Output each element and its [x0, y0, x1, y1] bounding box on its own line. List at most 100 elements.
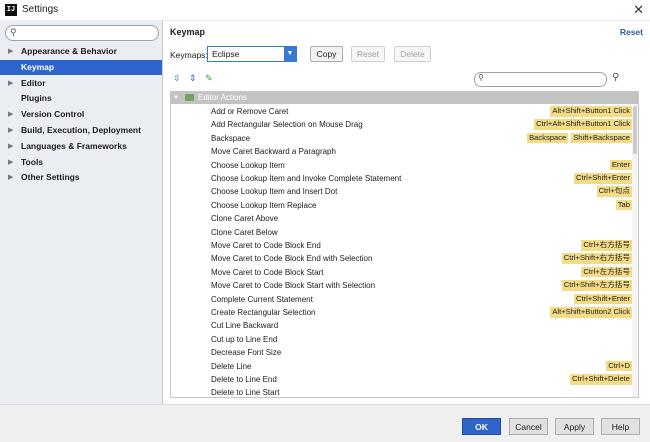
shortcut-list: Ctrl+Shift+Enter: [573, 173, 632, 184]
collapse-all-icon[interactable]: ⇕: [189, 73, 197, 84]
reset-button[interactable]: Reset: [351, 46, 385, 62]
keymaps-label: Keymaps:: [170, 50, 208, 60]
cancel-button[interactable]: Cancel: [509, 418, 548, 435]
action-row[interactable]: Delete to Line Start: [171, 386, 632, 398]
folder-icon: [185, 94, 194, 101]
settings-sidebar: ⚲ ▶ Appearance & Behavior Keymap ▶ Editor Plu…: [0, 21, 163, 404]
action-row[interactable]: Create Rectangular Selection Alt+Shift+Bu…: [171, 306, 632, 319]
action-name: Clone Caret Below: [211, 227, 278, 237]
shortcut-list: Ctrl+Shift+Enter: [573, 293, 632, 305]
action-search-box[interactable]: ⚲: [474, 72, 607, 87]
action-row[interactable]: Delete Line Ctrl+D: [171, 360, 632, 373]
shortcut-badge: Ctrl+Shift+Enter: [573, 293, 632, 305]
action-row[interactable]: Complete Current Statement Ctrl+Shift+Ent…: [171, 293, 632, 306]
scrollbar-thumb[interactable]: [633, 106, 637, 154]
action-search-input[interactable]: [489, 74, 599, 84]
shortcut-list: Ctrl+Shift+右方括号: [561, 253, 632, 264]
action-row[interactable]: Move Caret to Code Block Start Ctrl+左方括号: [171, 266, 632, 279]
shortcut-badge: Shift+Backspace: [571, 132, 632, 144]
delete-button[interactable]: Delete: [394, 46, 431, 62]
action-row[interactable]: Cut up to Line End: [171, 333, 632, 346]
keymap-select-value: Eclipse: [212, 49, 240, 59]
action-name: Choose Lookup Item Replace: [211, 200, 317, 210]
shortcut-badge: Alt+Shift+Button2 Click: [550, 307, 632, 318]
ok-button[interactable]: OK: [462, 418, 501, 435]
shortcut-list: Alt+Shift+Button2 Click: [550, 307, 632, 318]
action-row[interactable]: Clone Caret Below: [171, 226, 632, 239]
sidebar-item-version-control[interactable]: ▶ Version Control: [0, 107, 162, 122]
sidebar-item-label: Appearance & Behavior: [21, 46, 117, 56]
search-icon: ⚲: [10, 27, 17, 37]
action-row[interactable]: Cut Line Backward: [171, 319, 632, 332]
shortcut-badge: Tab: [615, 199, 632, 211]
action-name: Clone Caret Above: [211, 214, 279, 224]
shortcut-list: Backspace Shift+Backspace: [527, 132, 632, 144]
list-scrollbar[interactable]: [632, 104, 638, 397]
action-row[interactable]: Choose Lookup Item and Invoke Complete S…: [171, 172, 632, 185]
keymap-action-list: ▼ Editor Actions Add or Remove Caret Alt+…: [170, 91, 639, 398]
action-row[interactable]: Add or Remove Caret Alt+Shift+Button1 Cli…: [171, 105, 632, 118]
action-name: Delete to Line End: [211, 375, 277, 384]
find-shortcut-icon[interactable]: ⚲: [612, 72, 619, 83]
sidebar-item-label: Build, Execution, Deployment: [21, 125, 141, 135]
close-icon[interactable]: ✕: [633, 2, 644, 18]
sidebar-item-build-execution-deployment[interactable]: ▶ Build, Execution, Deployment: [0, 123, 162, 138]
sidebar-item-other-settings[interactable]: ▶ Other Settings: [0, 170, 162, 185]
action-row[interactable]: Add Rectangular Selection on Mouse Drag C…: [171, 118, 632, 131]
action-row[interactable]: Move Caret to Code Block Start with Sele…: [171, 279, 632, 292]
chevron-down-icon: ▼: [173, 95, 179, 101]
action-row[interactable]: Choose Lookup Item and Insert Dot Ctrl+句点: [171, 185, 632, 198]
action-row[interactable]: Backspace Backspace Shift+Backspace: [171, 132, 632, 145]
edit-shortcut-icon[interactable]: ✎: [205, 73, 213, 84]
shortcut-list: Alt+Shift+Button1 Click: [550, 106, 632, 117]
chevron-right-icon[interactable]: ▶: [8, 170, 13, 185]
keymap-panel: Keymap Reset Keymaps: Eclipse ▼ Copy Res…: [163, 21, 650, 404]
expand-all-icon[interactable]: ⇳: [173, 73, 181, 84]
sidebar-item-plugins[interactable]: Plugins: [0, 91, 162, 106]
copy-button[interactable]: Copy: [310, 46, 343, 62]
action-row[interactable]: Clone Caret Above: [171, 212, 632, 225]
sidebar-item-appearance-behavior[interactable]: ▶ Appearance & Behavior: [0, 44, 162, 59]
sidebar-item-label: Languages & Frameworks: [21, 140, 127, 151]
sidebar-item-tools[interactable]: ▶ Tools: [0, 155, 162, 170]
settings-search-box[interactable]: ⚲: [5, 25, 159, 41]
help-button[interactable]: Help: [601, 418, 640, 435]
action-row[interactable]: Decrease Font Size: [171, 346, 632, 359]
chevron-right-icon[interactable]: ▶: [8, 139, 13, 154]
group-row-editor-actions[interactable]: ▼ Editor Actions: [171, 92, 638, 104]
sidebar-item-editor[interactable]: ▶ Editor: [0, 76, 162, 91]
chevron-right-icon[interactable]: ▶: [8, 44, 13, 59]
shortcut-badge: Ctrl+D: [606, 360, 632, 372]
reset-link[interactable]: Reset: [620, 27, 643, 37]
shortcut-list: Ctrl+Shift+Delete: [570, 374, 632, 385]
sidebar-item-label: Tools: [21, 156, 44, 167]
sidebar-item-keymap[interactable]: Keymap: [0, 59, 162, 75]
shortcut-badge: Ctrl+句点: [596, 186, 632, 197]
apply-button[interactable]: Apply: [555, 418, 594, 435]
action-row[interactable]: Move Caret to Code Block End Ctrl+右方括号: [171, 239, 632, 252]
action-row[interactable]: Delete to Line End Ctrl+Shift+Delete: [171, 373, 632, 386]
chevron-right-icon[interactable]: ▶: [8, 76, 13, 91]
shortcut-list: Ctrl+句点: [596, 186, 632, 197]
shortcut-badge: Backspace: [527, 132, 569, 144]
action-row[interactable]: Choose Lookup Item Enter: [171, 159, 632, 172]
action-name: Delete Line: [211, 361, 252, 371]
settings-search-input[interactable]: [22, 27, 152, 38]
title-bar: IJ Settings ✕: [0, 0, 650, 21]
shortcut-list: Ctrl+D: [606, 360, 632, 372]
chevron-right-icon[interactable]: ▶: [8, 107, 13, 122]
action-row[interactable]: Move Caret Backward a Paragraph: [171, 145, 632, 158]
window-title: Settings: [22, 4, 59, 15]
action-name: Move Caret to Code Block End with Select…: [211, 254, 373, 264]
action-row[interactable]: Move Caret to Code Block End with Select…: [171, 252, 632, 265]
action-name: Move Caret to Code Block Start with Sele…: [211, 281, 376, 291]
action-name: Delete to Line Start: [211, 388, 280, 398]
sidebar-item-languages-frameworks[interactable]: ▶ Languages & Frameworks: [0, 139, 162, 154]
action-name: Choose Lookup Item and Insert Dot: [211, 187, 338, 197]
keymap-select[interactable]: Eclipse ▼: [207, 46, 297, 62]
shortcut-list: Tab: [615, 199, 632, 211]
action-name: Add Rectangular Selection on Mouse Drag: [211, 120, 363, 130]
chevron-right-icon[interactable]: ▶: [8, 155, 13, 170]
chevron-right-icon[interactable]: ▶: [8, 123, 13, 138]
action-row[interactable]: Choose Lookup Item Replace Tab: [171, 199, 632, 212]
